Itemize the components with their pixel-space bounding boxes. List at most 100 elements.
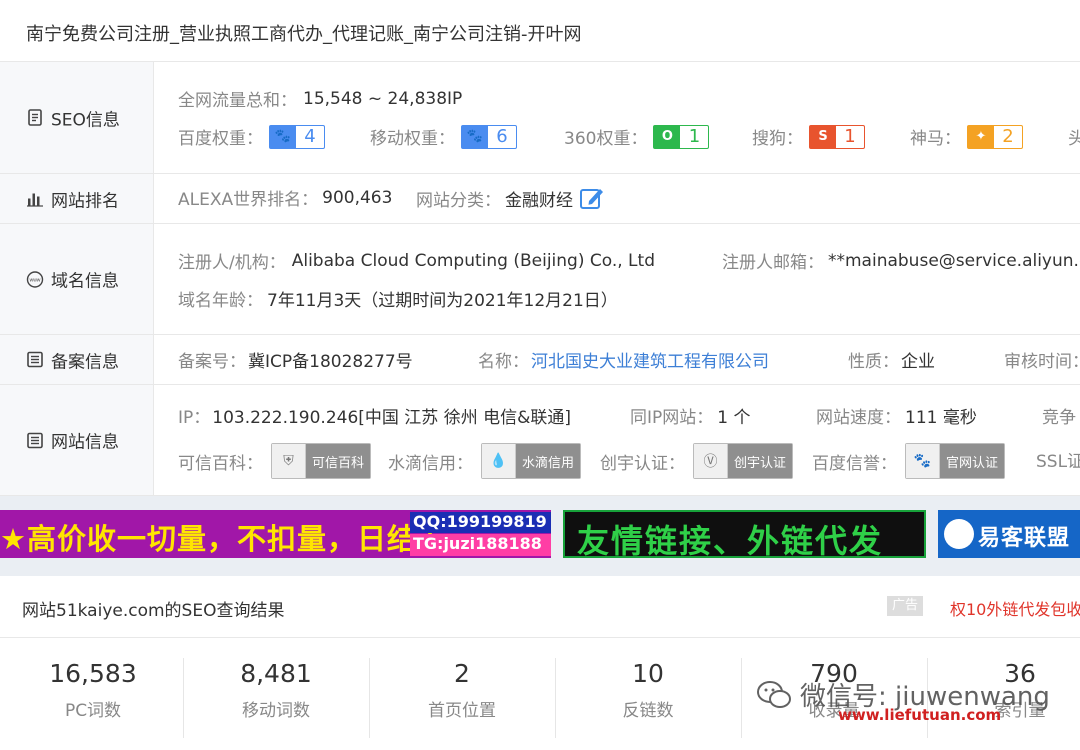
stat-value: 2 (454, 659, 470, 688)
stat-label: 反链数 (622, 701, 674, 721)
beian-info-title: 备案信息 (51, 352, 119, 372)
shenma-weight-badge[interactable]: ✦ 2 (967, 124, 1023, 149)
stat-label: 首页位置 (428, 701, 496, 721)
site-rank-title: 网站排名 (51, 191, 119, 211)
category-value: 金融财经 (505, 190, 573, 211)
ip-value: 103.222.190.246[中国 江苏 徐州 电信&联通] (212, 408, 572, 428)
baidu-weight[interactable]: 百度权重： 🐾 4 (178, 124, 325, 149)
beian-name-line: 名称： 河北国史大业建筑工程有限公司 (478, 347, 769, 372)
list-icon (27, 432, 43, 448)
ad-banner-strip: ★高价收一切量，不扣量，日结★ QQ:199199819 TG:juzi1881… (0, 496, 1080, 576)
record-icon (27, 351, 43, 368)
traffic-line: 全网流量总和： 15,548 ~ 24,838IP (178, 86, 463, 112)
same-ip-line: 同IP网站： 1 个 (630, 403, 751, 428)
alexa-value: 900,463 (322, 187, 393, 208)
ad-banner-links[interactable]: 友情链接、外链代发 (563, 510, 926, 560)
shuidi-badge[interactable]: 💧 水滴信用 (481, 443, 582, 479)
beian-name-link[interactable]: 河北国史大业建筑工程有限公司 (531, 347, 769, 372)
stat-pc-words[interactable]: 16,583 PC词数 (0, 658, 186, 738)
beian-nature-label: 性质： (848, 352, 899, 372)
ad-link[interactable]: 权10外链代发包收 (950, 596, 1080, 620)
same-ip-value: 1 个 (717, 408, 751, 428)
ad-banner-links-text: 友情链接、外链代发 (577, 522, 884, 560)
shuidi-label: 水滴信用： (388, 453, 473, 474)
ad-tag: 广告 (887, 596, 923, 616)
beian-name-label: 名称： (478, 352, 529, 372)
shenma-weight[interactable]: 神马： ✦ 2 (910, 124, 1023, 149)
stat-label: 移动词数 (242, 701, 310, 721)
stat-value: 16,583 (49, 659, 137, 688)
email-value: **mainabuse@service.aliyun.c (828, 250, 1080, 271)
shuidi-cert: 水滴信用： 💧 水滴信用 (388, 443, 582, 479)
category-label: 网站分类： (416, 190, 501, 211)
drop-icon: 💧 (482, 444, 516, 478)
stat-homepage-position[interactable]: 2 首页位置 (369, 658, 555, 738)
site-info-header: 网站信息 (0, 385, 154, 495)
seo-result-title: 网站51kaiye.com的SEO查询结果 (22, 601, 285, 621)
kexin-badge[interactable]: ⛨ 可信百科 (271, 443, 372, 479)
compete-label: 竞争 (1042, 408, 1076, 428)
stat-value: 8,481 (240, 659, 312, 688)
domain-info-row: www 域名信息 注册人/机构： Alibaba Cloud Computing… (0, 224, 1080, 335)
chuangyu-cert: 创宇认证： Ⓥ 创宇认证 (600, 443, 794, 479)
paw-icon: 🐾 (462, 125, 488, 148)
alexa-label: ALEXA世界排名： (178, 190, 319, 210)
domain-info-header: www 域名信息 (0, 224, 154, 334)
ip-label: IP： (178, 408, 211, 428)
360-weight[interactable]: 360权重： O1 (564, 124, 710, 149)
domain-age-line: 域名年龄： 7年11月3天（过期时间为2021年12月21日） (178, 286, 618, 311)
bar-chart-icon (27, 193, 43, 207)
wechat-icon (757, 680, 791, 708)
kexin-cert: 可信百科： ⛨ 可信百科 (178, 443, 372, 479)
beian-review-line: 审核时间： (1004, 347, 1080, 372)
domain-age-value: 7年11月3天（过期时间为2021年12月21日） (267, 291, 618, 311)
beian-nature-line: 性质： 企业 (848, 347, 935, 372)
baidu-weight-badge[interactable]: 🐾 4 (269, 124, 325, 149)
paw-icon: 🐾 (270, 125, 296, 148)
registrant-label: 注册人/机构： (178, 253, 286, 273)
ssl-label: SSL证 (1036, 452, 1080, 472)
www-globe-icon: www (26, 270, 44, 288)
alexa-line: ALEXA世界排名： 900,463 (178, 185, 393, 211)
seo-info-row: SEO信息 全网流量总和： 15,548 ~ 24,838IP 百度权重： 🐾 4… (0, 62, 1080, 174)
document-icon (28, 109, 42, 126)
beian-nature-value: 企业 (901, 352, 935, 372)
edit-icon[interactable] (579, 185, 605, 211)
email-line: 注册人邮箱： **mainabuse@service.aliyun.c (722, 248, 1080, 274)
shenma-weight-label: 神马： (910, 129, 961, 149)
baidu-credit-label: 百度信誉： (812, 453, 897, 474)
sogou-weight-badge[interactable]: S1 (809, 124, 865, 149)
beian-info-header: 备案信息 (0, 335, 154, 384)
baidu-weight-label: 百度权重： (178, 129, 263, 149)
ad-banner-traffic[interactable]: ★高价收一切量，不扣量，日结★ QQ:199199819 TG:juzi1881… (0, 510, 551, 558)
seo-info-header: SEO信息 (0, 62, 154, 173)
stat-backlinks[interactable]: 10 反链数 (555, 658, 741, 738)
mobile-weight-badge[interactable]: 🐾 6 (461, 124, 517, 149)
ad-banner-tg: TG:juzi188188 (410, 534, 551, 556)
stat-mobile-words[interactable]: 8,481 移动词数 (183, 658, 369, 738)
category-line: 网站分类： 金融财经 (416, 185, 605, 211)
yike-logo-icon (944, 519, 974, 549)
ad-banner-traffic-text: ★高价收一切量，不扣量，日结★ (0, 522, 444, 556)
ad-banner-qq: QQ:199199819 (410, 512, 551, 533)
domain-info-title: 域名信息 (51, 271, 119, 292)
beian-number-value: 冀ICP备18028277号 (248, 352, 413, 372)
watermark-url: www.liefutuan.com (838, 706, 1002, 724)
360-weight-badge[interactable]: O1 (653, 124, 710, 149)
traffic-value: 15,548 ~ 24,838IP (303, 88, 463, 109)
toutiao-weight-label: 头 (1068, 129, 1080, 149)
beian-number-label: 备案号： (178, 352, 246, 372)
ad-banner-yike-text: 易客联盟 (978, 526, 1071, 551)
ad-banner-yike[interactable]: 易客联盟 (938, 510, 1080, 558)
sogou-weight[interactable]: 搜狗： S1 (752, 124, 865, 149)
registrant-line: 注册人/机构： Alibaba Cloud Computing (Beijing… (178, 248, 655, 274)
shenma-icon: ✦ (968, 125, 994, 148)
seo-result-header: 网站51kaiye.com的SEO查询结果 广告 权10外链代发包收 (0, 576, 1080, 638)
stat-value: 10 (632, 659, 664, 688)
mobile-weight[interactable]: 移动权重： 🐾 6 (370, 124, 517, 149)
same-ip-label: 同IP网站： (630, 408, 714, 428)
baidu-credit-badge[interactable]: 🐾 官网认证 (905, 443, 1006, 479)
speed-label: 网站速度： (816, 408, 901, 428)
chuangyu-badge[interactable]: Ⓥ 创宇认证 (693, 443, 794, 479)
chuangyu-label: 创宇认证： (600, 453, 685, 474)
